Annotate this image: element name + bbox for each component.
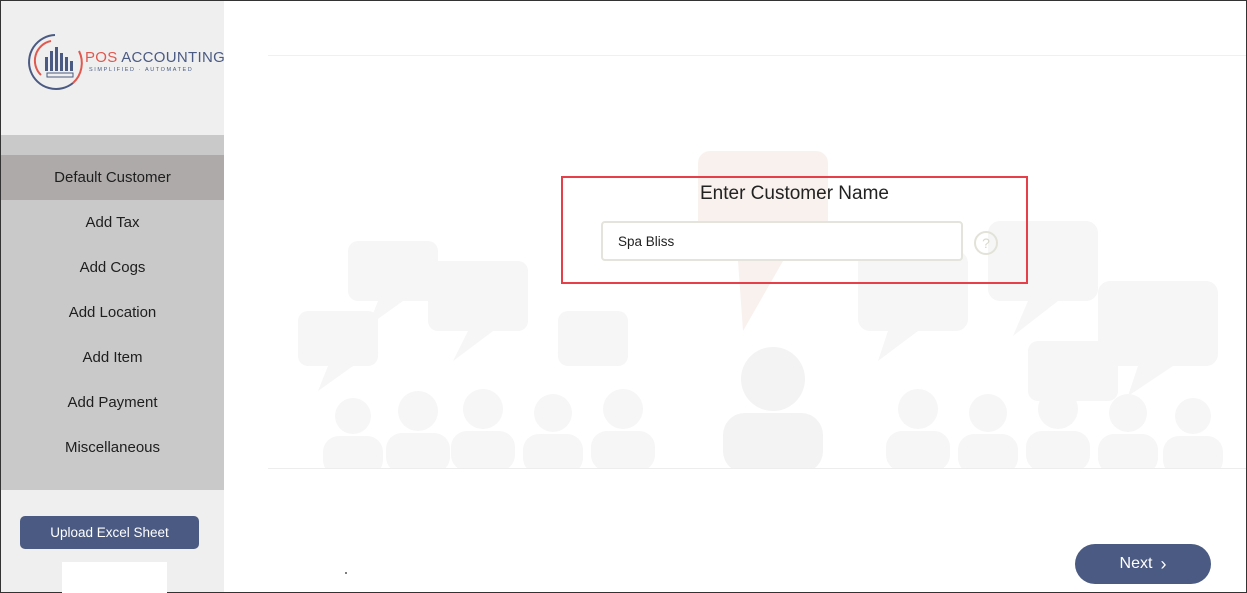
brand-logo: POS ACCOUNTING SIMPLIFIED · AUTOMATED: [27, 31, 225, 93]
upload-excel-button[interactable]: Upload Excel Sheet: [20, 516, 199, 549]
customer-name-label: Enter Customer Name: [699, 183, 889, 204]
customer-name-highlight: Enter Customer Name ?: [561, 176, 1028, 284]
sidebar-item-add-cogs[interactable]: Add Cogs: [1, 245, 224, 290]
customer-name-input[interactable]: [601, 221, 963, 261]
sidebar-item-add-tax[interactable]: Add Tax: [1, 200, 224, 245]
sidebar-item-add-location[interactable]: Add Location: [1, 290, 224, 335]
sidebar-item-add-item[interactable]: Add Item: [1, 335, 224, 380]
bottom-divider: [268, 468, 1246, 469]
chevron-right-icon: ›: [1160, 554, 1167, 574]
next-button[interactable]: Next ›: [1075, 544, 1211, 584]
sidebar-item-default-customer[interactable]: Default Customer: [1, 155, 224, 200]
logo-tagline: SIMPLIFIED · AUTOMATED: [89, 67, 194, 73]
logo-title-pos: POS: [85, 49, 118, 66]
next-button-label: Next: [1119, 555, 1153, 572]
sidebar-item-miscellaneous[interactable]: Miscellaneous: [1, 425, 224, 470]
logo-title-accounting: ACCOUNTING: [117, 49, 226, 66]
sidebar-nav: Default Customer Add Tax Add Cogs Add Lo…: [1, 135, 224, 490]
sidebar-blank-panel: [62, 562, 167, 593]
sidebar: POS ACCOUNTING SIMPLIFIED · AUTOMATED De…: [1, 1, 225, 593]
sidebar-item-add-payment[interactable]: Add Payment: [1, 380, 224, 425]
logo-mark-icon: [28, 34, 83, 90]
logo-area: POS ACCOUNTING SIMPLIFIED · AUTOMATED: [1, 1, 225, 135]
top-divider: [268, 55, 1246, 56]
help-icon[interactable]: ?: [974, 231, 998, 255]
logo-title: POS ACCOUNTING: [85, 49, 225, 66]
stray-dot: [345, 572, 347, 574]
main-content: Enter Customer Name ? Next ›: [224, 1, 1246, 592]
